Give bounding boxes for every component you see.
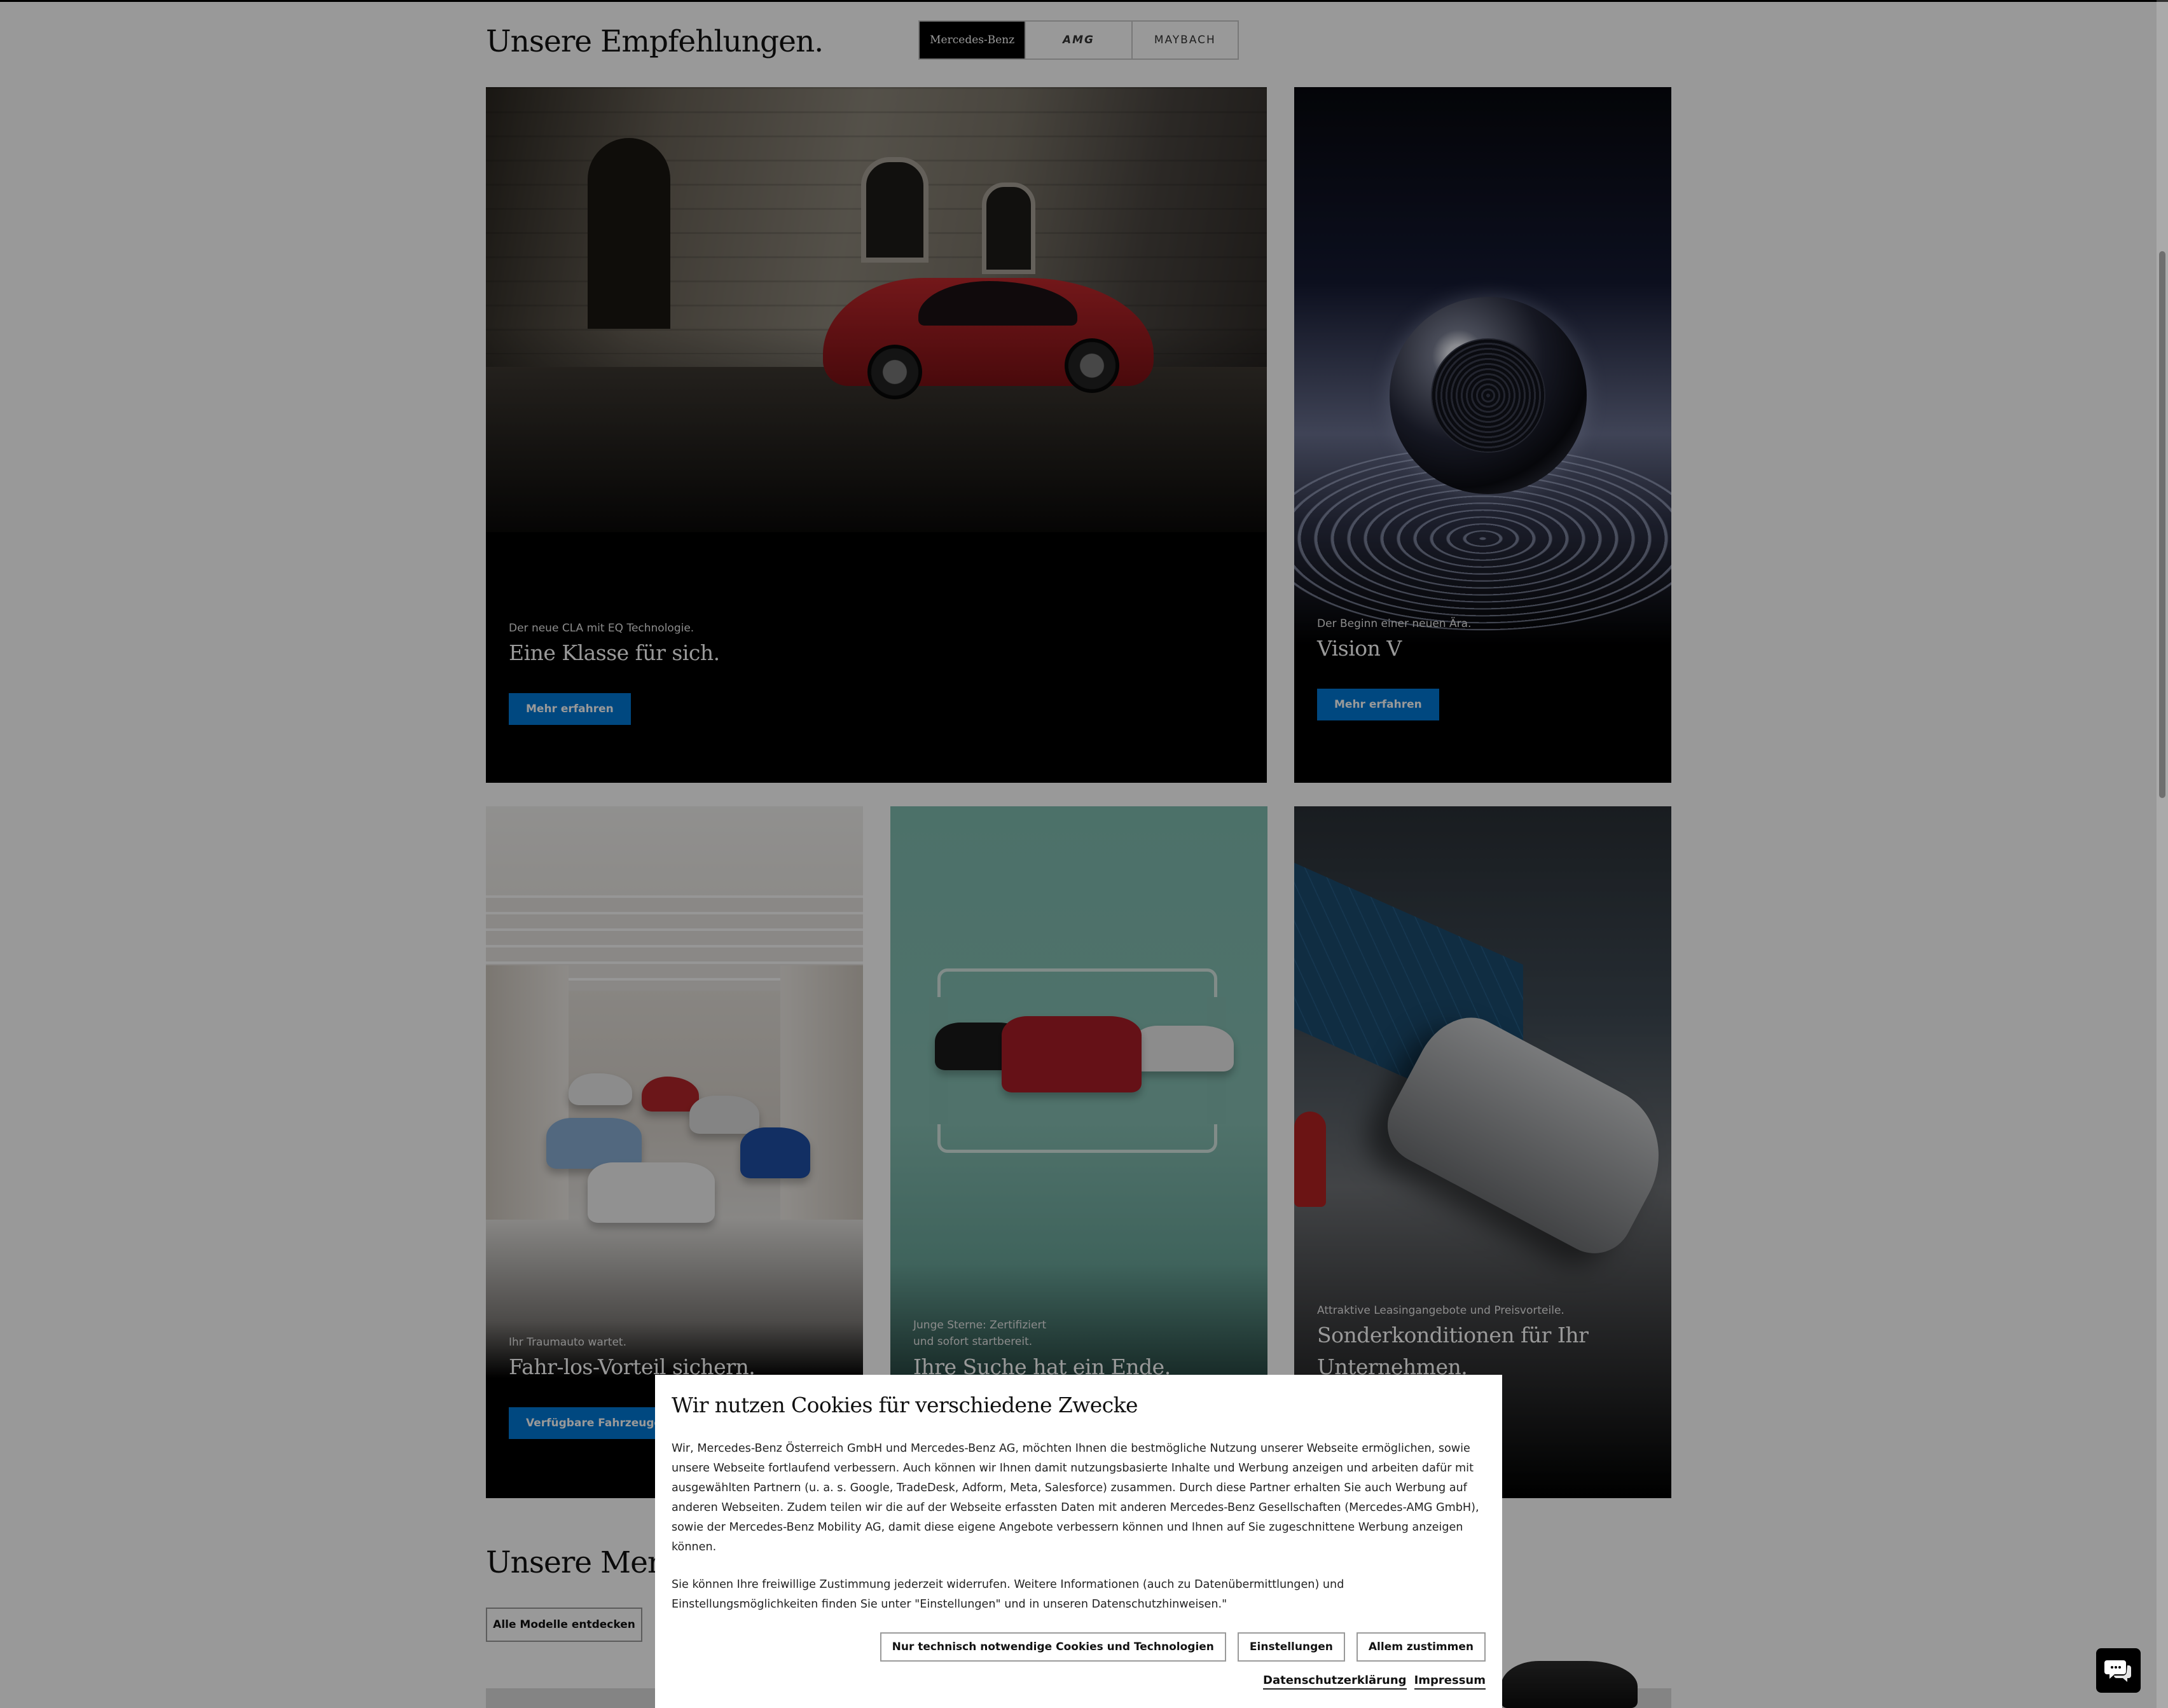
imprint-link[interactable]: Impressum xyxy=(1414,1674,1486,1690)
cookie-text-2: Sie können Ihre freiwillige Zustimmung j… xyxy=(672,1578,1344,1611)
top-edge xyxy=(0,0,2168,2)
scrollbar[interactable] xyxy=(2157,0,2168,1708)
cookie-dialog: Wir nutzen Cookies für verschiedene Zwec… xyxy=(655,1375,1502,1708)
necessary-cookies-button[interactable]: Nur technisch notwendige Cookies und Tec… xyxy=(880,1632,1226,1662)
cookie-dialog-title: Wir nutzen Cookies für verschiedene Zwec… xyxy=(672,1393,1138,1417)
chat-bubble-icon xyxy=(2104,1660,2131,1682)
page: Unsere Empfehlungen. Mercedes-Benz AMG M… xyxy=(0,0,2168,1708)
cookie-links: Datenschutzerklärung Impressum xyxy=(1263,1674,1486,1690)
accept-all-button[interactable]: Allem zustimmen xyxy=(1356,1632,1486,1662)
cookie-settings-button[interactable]: Einstellungen xyxy=(1237,1632,1345,1662)
cookie-text: Wir, Mercedes-Benz Österreich GmbH und M… xyxy=(672,1442,1479,1553)
privacy-link[interactable]: Datenschutzerklärung xyxy=(1263,1674,1407,1690)
chat-button[interactable] xyxy=(2096,1648,2141,1693)
scrollbar-thumb[interactable] xyxy=(2159,251,2165,798)
cookie-buttons: Nur technisch notwendige Cookies und Tec… xyxy=(880,1632,1486,1662)
